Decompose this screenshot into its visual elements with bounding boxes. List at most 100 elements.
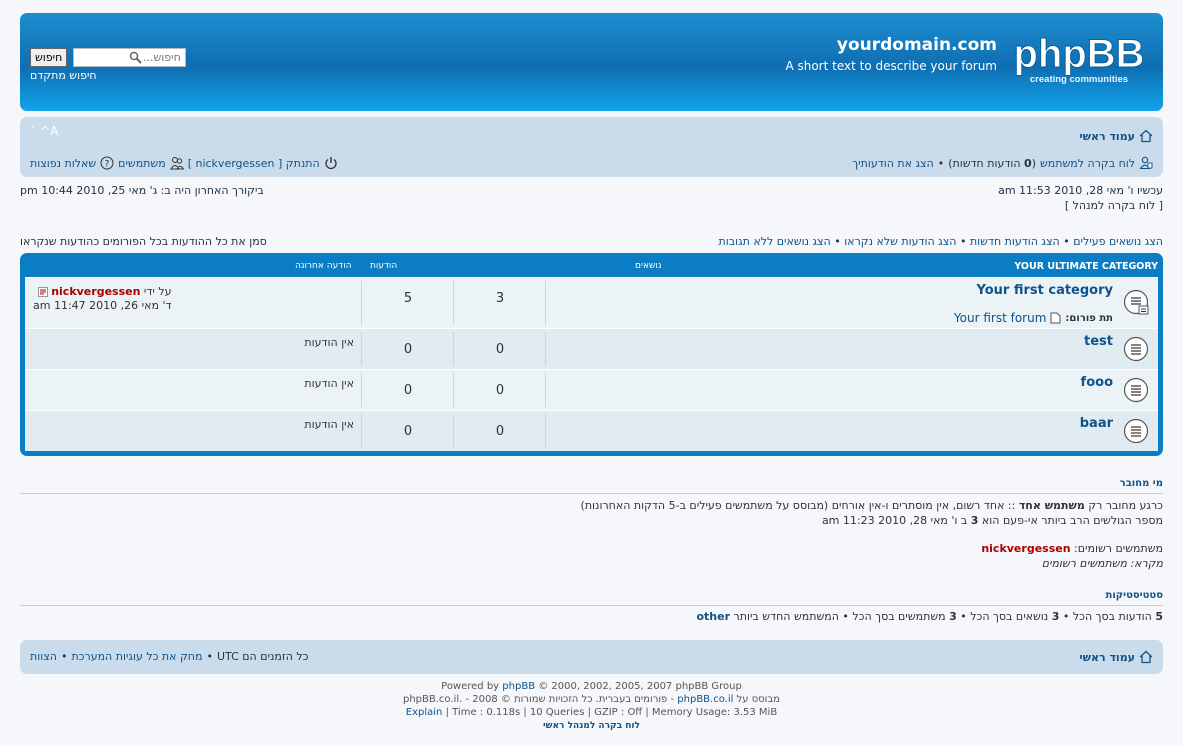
forum-posts-count: 5 bbox=[403, 291, 413, 306]
phpbb-logo[interactable]: phpBB creating communities bbox=[1009, 29, 1149, 89]
logout-link[interactable]: התנתק [ nickvergessen ] bbox=[188, 157, 320, 170]
hebrew-copyright: - פורומים בעברית. כל הזכויות שמורות © 20… bbox=[403, 694, 675, 705]
font-size-toggle[interactable]: A^ ˇ bbox=[30, 124, 58, 138]
copyright-block: Powered by phpBB © 2000, 2002, 2005, 200… bbox=[20, 680, 1163, 733]
total-topics-label: נושאים בסך הכל bbox=[970, 610, 1049, 623]
new-messages[interactable]: (0 הודעות חדשות) bbox=[948, 157, 1036, 170]
subforum-label: תת פורום: bbox=[1065, 312, 1113, 324]
delete-cookies-link[interactable]: מחק את כל עוגיות המערכת bbox=[71, 650, 202, 663]
no-posts-text: אין הודעות bbox=[304, 336, 354, 349]
forum-row: fooo 0 0 אין הודעות bbox=[25, 369, 1158, 410]
main-acp-link[interactable]: לוח בקרה למנהל ראשי bbox=[543, 721, 640, 731]
logout-pre: התנתק [ bbox=[278, 156, 320, 170]
copyright-line-1: Powered by phpBB © 2000, 2002, 2005, 200… bbox=[20, 680, 1163, 693]
navbar: עמוד ראשי A^ ˇ לוח בקרה למשתמש (0 הודעות… bbox=[20, 117, 1163, 177]
no-posts-text: אין הודעות bbox=[304, 377, 354, 390]
view-latest-post-icon[interactable] bbox=[37, 287, 48, 297]
search-button[interactable]: חיפוש bbox=[30, 48, 68, 67]
nav-right-links: התנתק [ nickvergessen ] משתמשים ? שאלות … bbox=[30, 156, 338, 170]
faq-icon: ? bbox=[100, 156, 114, 170]
forum-topics-count: 0 bbox=[495, 342, 505, 357]
record-online: מספר הגולשים הרב ביותר אי-פעם הוא 3 ב ו'… bbox=[822, 514, 1163, 527]
explain-link[interactable]: Explain bbox=[406, 707, 443, 718]
new-posts-link[interactable]: הצג הודעות חדשות bbox=[970, 235, 1060, 248]
footer-navbar: עמוד ראשי כל הזמנים הם UTC • מחק את כל ע… bbox=[20, 640, 1163, 674]
subforum-link[interactable]: Your first forum bbox=[954, 311, 1047, 325]
copyright-line-2: מבוסס על phpBB.co.il - פורומים בעברית. כ… bbox=[20, 693, 1163, 706]
new-messages-open: ( bbox=[1031, 156, 1036, 170]
last-post-author[interactable]: nickvergessen bbox=[51, 285, 140, 298]
stats-separator: • bbox=[960, 610, 967, 623]
new-messages-count: 0 bbox=[1024, 156, 1032, 170]
logout-icon bbox=[325, 157, 337, 170]
forum-name-link[interactable]: test bbox=[1084, 334, 1113, 349]
site-header: phpBB creating communities yourdomain.co… bbox=[20, 13, 1163, 111]
online-count: משתמש אחד bbox=[1018, 499, 1085, 512]
registered-users-label: משתמשים רשומים: bbox=[1074, 542, 1163, 555]
timezone-text: כל הזמנים הם UTC bbox=[216, 650, 309, 663]
home-link[interactable]: עמוד ראשי bbox=[1079, 130, 1135, 143]
phpbb-link[interactable]: phpBB bbox=[502, 681, 535, 692]
online-summary: כרגע מחובר רק משתמש אחד :: אחד רשום, אין… bbox=[581, 499, 1163, 512]
forum-posts-count: 0 bbox=[403, 383, 413, 398]
record-pre: מספר הגולשים הרב ביותר אי-פעם הוא bbox=[981, 514, 1163, 527]
footer-home: עמוד ראשי bbox=[1079, 650, 1153, 664]
site-title[interactable]: yourdomain.com bbox=[837, 35, 997, 55]
no-posts-text: אין הודעות bbox=[304, 418, 354, 431]
forum-name-link[interactable]: baar bbox=[1080, 416, 1113, 431]
forum-name-link[interactable]: Your first category bbox=[977, 283, 1114, 298]
advanced-search-link[interactable]: חיפוש מתקדם bbox=[30, 69, 97, 82]
col-lastpost-header: הודעה אחרונה bbox=[295, 261, 352, 271]
logout-post: ] bbox=[187, 156, 192, 170]
link-separator: • bbox=[1063, 235, 1070, 248]
total-posts: 5 bbox=[1155, 610, 1163, 623]
record-count: 3 bbox=[970, 514, 979, 527]
unread-posts-link[interactable]: הצג הודעות שלא נקראו bbox=[844, 235, 956, 248]
ucp-link[interactable]: לוח בקרה למשתמש bbox=[1040, 157, 1135, 170]
font-toggle-text[interactable]: A^ bbox=[40, 124, 58, 138]
forum-topics-count: 3 bbox=[495, 291, 505, 306]
footer-separator: • bbox=[206, 650, 213, 663]
subforum-icon bbox=[1050, 312, 1061, 324]
svg-text:?: ? bbox=[105, 160, 110, 170]
statistics-title: סטטיסטיקות bbox=[1105, 590, 1164, 601]
copyright-line-3: Explain | Time : 0.118s | 10 Queries | G… bbox=[20, 706, 1163, 719]
col-divider bbox=[545, 373, 546, 407]
hebrew-based-on: מבוסס על bbox=[736, 694, 780, 705]
logout-username: nickvergessen bbox=[195, 156, 275, 170]
acp-link[interactable]: [ לוח בקרה למנהל ] bbox=[1065, 199, 1163, 212]
team-link[interactable]: הצוות bbox=[30, 650, 57, 663]
newest-member-link[interactable]: other bbox=[696, 610, 730, 623]
members-link[interactable]: משתמשים bbox=[118, 157, 166, 170]
registered-users: משתמשים רשומים: nickvergessen bbox=[981, 542, 1163, 555]
col-divider bbox=[545, 281, 546, 325]
mark-forums-read-link[interactable]: סמן את כל ההודעות בכל הפורומים כהודעות ש… bbox=[20, 235, 267, 248]
unanswered-topics-link[interactable]: הצג נושאים ללא תגובות bbox=[719, 235, 831, 248]
col-divider bbox=[453, 373, 454, 407]
stats-separator: • bbox=[842, 610, 849, 623]
nav-user-links: לוח בקרה למשתמש (0 הודעות חדשות) • הצג א… bbox=[852, 156, 1153, 170]
col-divider bbox=[453, 332, 454, 366]
faq-link[interactable]: שאלות נפוצות bbox=[30, 157, 96, 170]
col-divider bbox=[545, 414, 546, 448]
link-separator: • bbox=[834, 235, 841, 248]
forum-posts-count: 0 bbox=[403, 424, 413, 439]
registered-user-link[interactable]: nickvergessen bbox=[981, 542, 1070, 555]
total-posts-label: הודעות בסך הכל bbox=[1072, 610, 1152, 623]
font-toggle-chevron: ˇ bbox=[30, 124, 36, 138]
col-divider bbox=[361, 332, 362, 366]
forum-read-icon bbox=[1123, 377, 1149, 403]
last-post-date: ד' מאי 26, 2010 11:47 am bbox=[33, 299, 172, 312]
who-is-online-title[interactable]: מי מחובר bbox=[1120, 478, 1163, 489]
footer-home-link[interactable]: עמוד ראשי bbox=[1079, 651, 1135, 664]
record-post: ב ו' מאי 28, 2010 11:23 am bbox=[821, 514, 968, 527]
forum-topics-count: 0 bbox=[495, 424, 505, 439]
phpbb-co-il-link[interactable]: phpBB.co.il bbox=[677, 694, 733, 705]
nav-home: עמוד ראשי bbox=[1079, 129, 1153, 143]
category-title[interactable]: YOUR ULTIMATE CATEGORY bbox=[1014, 261, 1158, 272]
search-box: חיפוש bbox=[30, 48, 186, 67]
subforum-list: תת פורום: Your first forum bbox=[954, 311, 1113, 325]
forum-name-link[interactable]: fooo bbox=[1081, 375, 1113, 390]
view-your-posts-link[interactable]: הצג את הודעותיך bbox=[852, 157, 934, 170]
active-topics-link[interactable]: הצג נושאים פעילים bbox=[1073, 235, 1163, 248]
